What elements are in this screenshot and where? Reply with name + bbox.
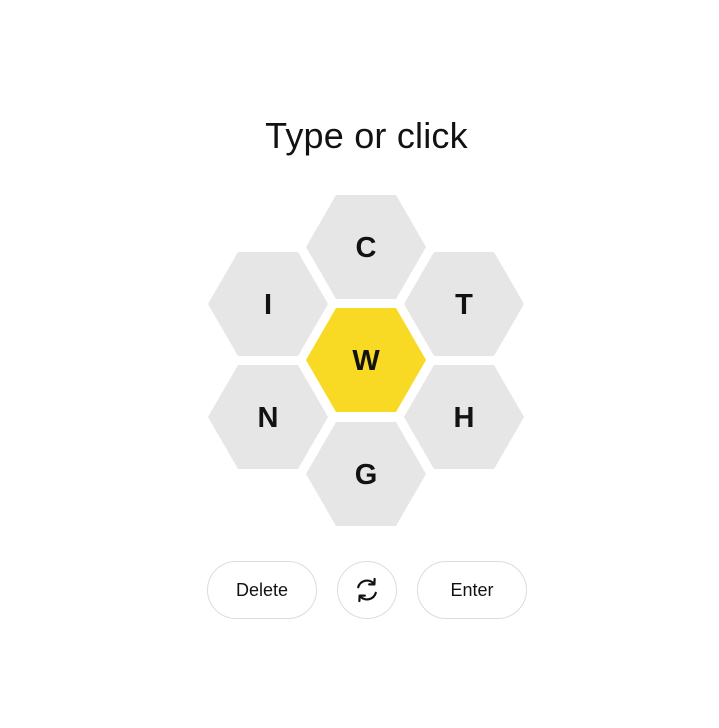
hive-cell-bottom[interactable]: G <box>306 422 426 526</box>
hive-cell-center-shape[interactable] <box>306 308 426 412</box>
hive-cell-top-right[interactable]: T <box>404 252 524 356</box>
hive-cell-bottom-right-shape[interactable] <box>404 365 524 469</box>
hive-cell-bottom-shape[interactable] <box>306 422 426 526</box>
hive-cell-top-left[interactable]: I <box>208 252 328 356</box>
hive-cell-bottom-left-shape[interactable] <box>208 365 328 469</box>
hive-cell-top[interactable]: C <box>306 195 426 299</box>
hive-cell-top-right-shape[interactable] <box>404 252 524 356</box>
enter-button[interactable]: Enter <box>417 561 527 619</box>
hive-cell-bottom-left[interactable]: N <box>208 365 328 469</box>
hive-cell-bottom-right[interactable]: H <box>404 365 524 469</box>
shuffle-button[interactable] <box>337 561 397 619</box>
shuffle-icon <box>357 577 377 603</box>
hive-cell-top-left-shape[interactable] <box>208 252 328 356</box>
hive-controls: Delete Enter <box>207 561 527 621</box>
hive-cell-center[interactable]: W <box>306 308 426 412</box>
delete-button[interactable]: Delete <box>207 561 317 619</box>
hive-cell-top-shape[interactable] <box>306 195 426 299</box>
